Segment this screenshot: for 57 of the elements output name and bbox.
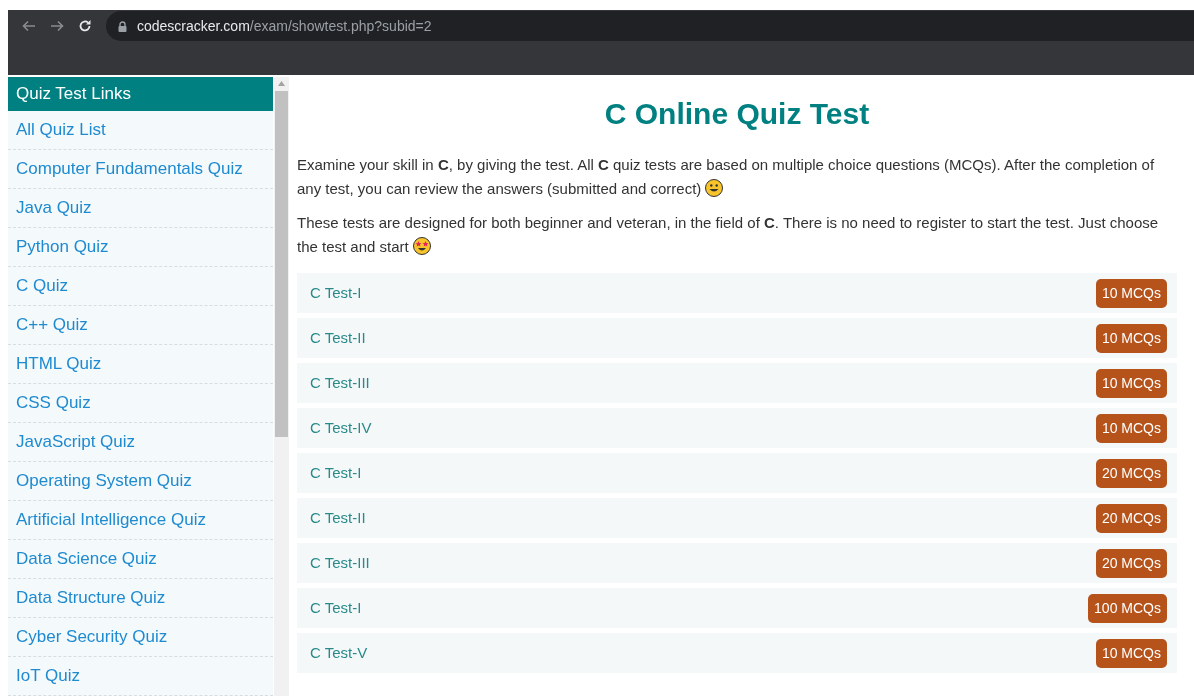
test-name: C Test-IV [310,417,372,438]
sidebar-link[interactable]: Java Quiz [8,189,273,228]
sidebar-scrollbar[interactable] [274,77,289,696]
test-link[interactable]: C Test-III 10 MCQs [297,363,1177,403]
test-link[interactable]: C Test-I 100 MCQs [297,588,1177,628]
test-name: C Test-I [310,462,362,483]
test-link[interactable]: C Test-I 10 MCQs [297,273,1177,313]
sidebar-link[interactable]: JavaScript Quiz [8,423,273,462]
test-name: C Test-II [310,507,366,528]
intro-paragraph: These tests are designed for both beginner and veteran, in the field of C. There is no need to register to start the test. Just choose the test and start [297,213,1160,257]
test-link[interactable]: C Test-V 10 MCQs [297,633,1177,673]
sidebar-link[interactable]: Computer Fundamentals Quiz [8,150,273,189]
test-name: C Test-V [310,642,368,663]
test-link[interactable]: C Test-II 10 MCQs [297,318,1177,358]
sidebar-link[interactable]: Artificial Intelligence Quiz [8,501,273,540]
test-name: C Test-I [310,597,362,618]
sidebar-link[interactable]: Data Structure Quiz [8,579,273,618]
mcq-count-badge: 100 MCQs [1088,593,1167,623]
forward-icon[interactable] [50,19,64,33]
sidebar-link[interactable]: C Quiz [8,267,273,306]
test-link[interactable]: C Test-III 20 MCQs [297,543,1177,583]
test-link[interactable]: C Test-II 20 MCQs [297,498,1177,538]
sidebar-link[interactable]: Operating System Quiz [8,462,273,501]
mcq-count-badge: 10 MCQs [1095,413,1167,443]
mcq-count-badge: 10 MCQs [1095,278,1167,308]
sidebar-link[interactable]: All Quiz List [8,111,273,150]
test-name: C Test-III [310,552,370,573]
back-icon[interactable] [22,19,36,33]
lock-icon [118,20,127,32]
intro-paragraph: Examine your skill in C, by giving the test. All C quiz tests are based on multiple choice questions (MCQs). After the completion of any test, you can review the answers (submitted and correct) [297,155,1156,199]
sidebar-link[interactable]: IoT Quiz [8,657,273,696]
sidebar-link[interactable]: Cyber Security Quiz [8,618,273,657]
sidebar-link[interactable]: Data Science Quiz [8,540,273,579]
star-eyes-emoji-icon [412,237,431,255]
grinning-emoji-icon [705,179,724,197]
sidebar-link[interactable]: C++ Quiz [8,306,273,345]
page-title: C Online Quiz Test [603,96,871,132]
mcq-count-badge: 10 MCQs [1095,368,1167,398]
test-name: C Test-I [310,282,362,303]
test-link[interactable]: C Test-I 20 MCQs [297,453,1177,493]
sidebar-link[interactable]: Python Quiz [8,228,273,267]
test-name: C Test-III [310,372,370,393]
address-bar[interactable]: codescracker.com/exam/showtest.php?subid=2 [106,11,1194,41]
url-text: codescracker.com/exam/showtest.php?subid=2 [137,16,432,36]
sidebar-link[interactable]: CSS Quiz [8,384,273,423]
mcq-count-badge: 20 MCQs [1095,548,1167,578]
test-link[interactable]: C Test-IV 10 MCQs [297,408,1177,448]
sidebar-title: Quiz Test Links [8,77,273,111]
reload-icon[interactable] [78,19,92,33]
sidebar-link[interactable]: HTML Quiz [8,345,273,384]
scrollbar-thumb[interactable] [275,91,288,437]
mcq-count-badge: 20 MCQs [1095,458,1167,488]
mcq-count-badge: 10 MCQs [1095,638,1167,668]
test-name: C Test-II [310,327,366,348]
scroll-up-icon[interactable] [278,81,285,86]
mcq-count-badge: 20 MCQs [1095,503,1167,533]
mcq-count-badge: 10 MCQs [1095,323,1167,353]
